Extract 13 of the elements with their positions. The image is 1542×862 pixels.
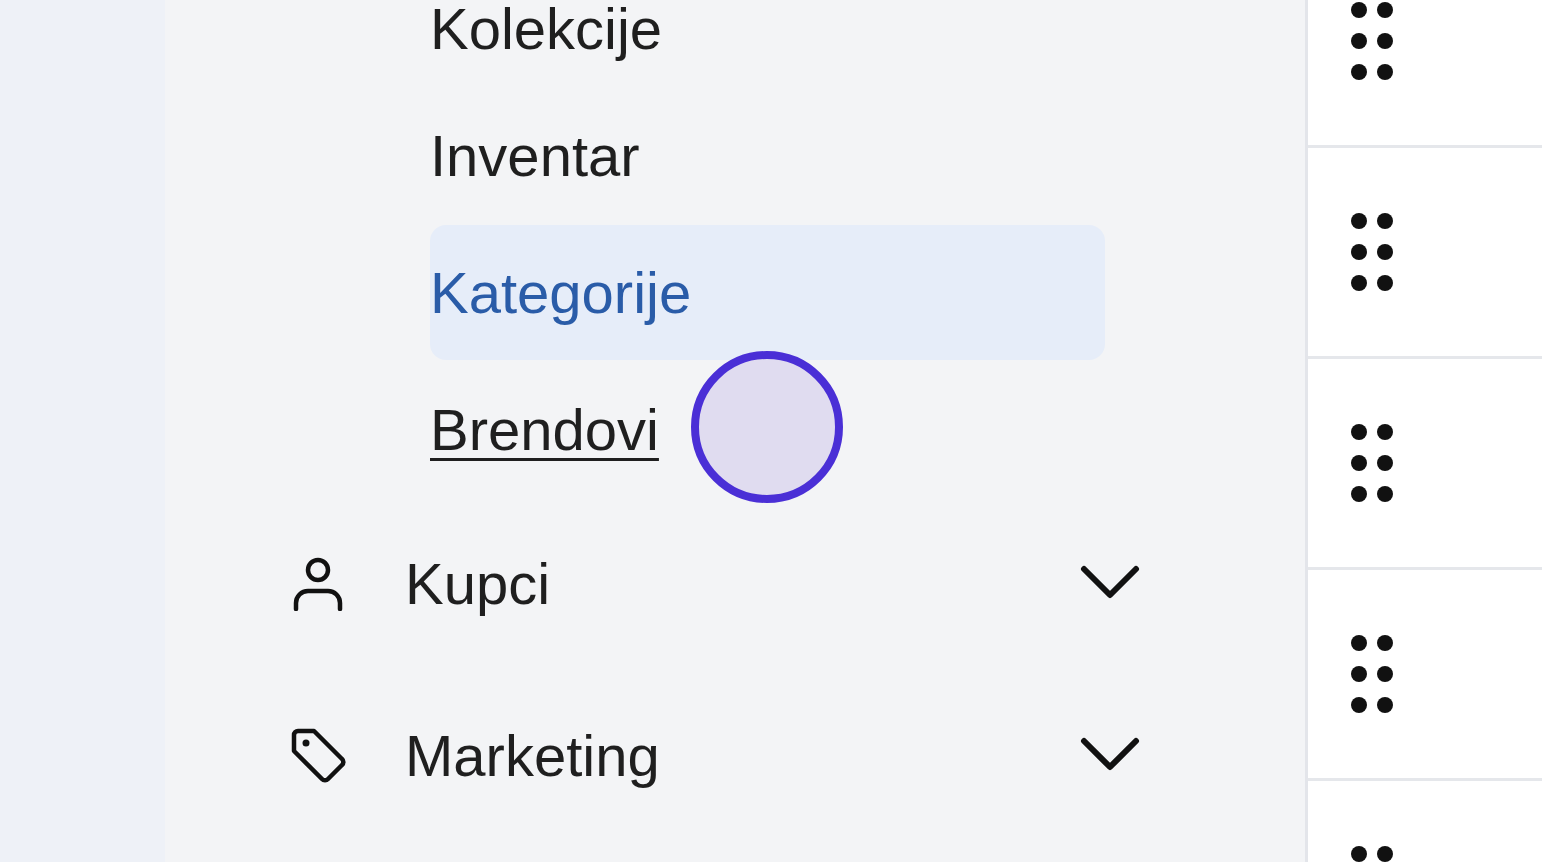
- nav-subitem[interactable]: Kategorije: [430, 225, 1105, 360]
- nav-subitem[interactable]: Inventar: [430, 88, 1105, 223]
- drag-handle-icon[interactable]: [1350, 424, 1396, 502]
- tag-icon: [290, 727, 346, 783]
- drag-handle-icon[interactable]: [1350, 2, 1396, 80]
- nav-item[interactable]: Marketing: [290, 669, 1140, 841]
- drag-handle-icon[interactable]: [1350, 213, 1396, 291]
- nav-subitem[interactable]: Brendovi: [430, 362, 1105, 497]
- nav-subitem[interactable]: Kolekcije: [430, 0, 1105, 86]
- nav-item-label: Marketing: [405, 721, 661, 789]
- nav-item[interactable]: Kupci: [290, 497, 1140, 669]
- drag-handle-icon[interactable]: [1350, 635, 1396, 713]
- nav-item-label: Kupci: [405, 549, 552, 617]
